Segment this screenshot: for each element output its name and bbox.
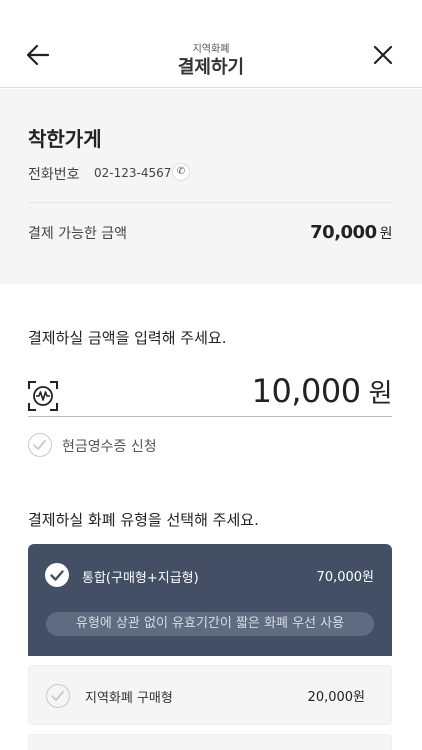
phone-label: 전화번호 bbox=[28, 167, 80, 183]
currency-type-prompt: 결제하실 화폐 유형을 선택해 주세요. bbox=[28, 511, 259, 529]
available-amount-label: 결제 가능한 금액 bbox=[28, 226, 128, 242]
page-title: 결제하기 bbox=[177, 57, 245, 78]
phone-icon[interactable]: ✆ bbox=[172, 163, 190, 181]
amount-input[interactable]: 10,000 원 bbox=[251, 372, 393, 410]
selected-check bbox=[45, 563, 69, 587]
store-info-section: 착한가게 전화번호 02-123-4567 ✆ 결제 가능한 금액 70,000… bbox=[0, 89, 422, 284]
store-name: 착한가게 bbox=[28, 127, 102, 151]
close-icon bbox=[373, 45, 393, 65]
option-label: 지역화폐 구매형 bbox=[85, 691, 173, 706]
scan-icon bbox=[28, 381, 58, 411]
option-amount: 70,000원 bbox=[316, 570, 374, 585]
check-icon bbox=[33, 440, 46, 450]
amount-prompt: 결제하실 금액을 입력해 주세요. bbox=[28, 329, 227, 347]
check-icon bbox=[50, 570, 64, 581]
app-header: 지역화폐 결제하기 bbox=[0, 0, 422, 88]
receipt-checkbox[interactable] bbox=[28, 433, 52, 457]
phone-number: 02-123-4567 bbox=[94, 166, 172, 180]
amount-unit: 원 bbox=[368, 379, 393, 409]
scan-button[interactable] bbox=[27, 380, 59, 412]
option-checkbox bbox=[46, 684, 70, 708]
currency-option-integrated[interactable]: 통합(구매형+지급형) 70,000원 유형에 상관 없이 유효기간이 짧은 화… bbox=[28, 544, 392, 656]
option-amount: 20,000원 bbox=[307, 690, 365, 705]
available-amount: 70,000 원 bbox=[310, 222, 392, 243]
option-note: 유형에 상관 없이 유효기간이 짧은 화폐 우선 사용 bbox=[46, 612, 374, 636]
currency-option-partial[interactable] bbox=[28, 734, 392, 750]
available-amount-value: 70,000 bbox=[310, 222, 377, 243]
currency-option-purchase[interactable]: 지역화폐 구매형 20,000원 bbox=[28, 665, 392, 725]
amount-underline bbox=[28, 416, 392, 417]
amount-value: 10,000 bbox=[251, 372, 361, 410]
receipt-label[interactable]: 현금영수증 신청 bbox=[62, 436, 157, 456]
option-label: 통합(구매형+지급형) bbox=[82, 571, 199, 586]
check-icon bbox=[51, 691, 64, 701]
available-amount-unit: 원 bbox=[379, 226, 393, 242]
divider bbox=[28, 202, 392, 203]
close-button[interactable] bbox=[370, 42, 396, 68]
